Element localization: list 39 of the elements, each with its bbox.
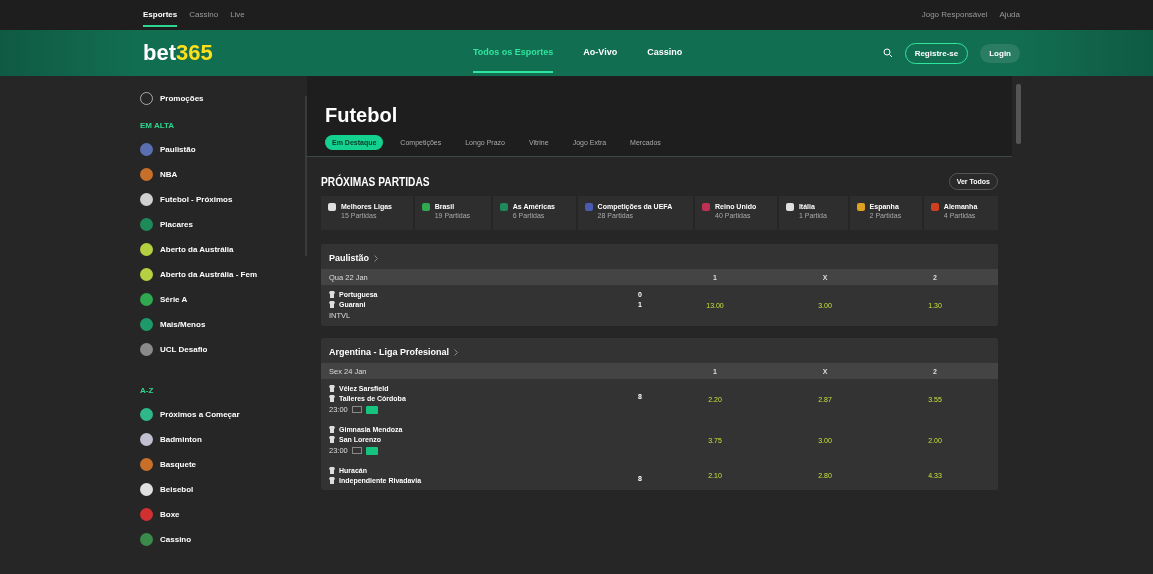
live-stream-icon[interactable] bbox=[365, 446, 378, 455]
sidebar-item[interactable]: Placares bbox=[140, 214, 295, 235]
top-link[interactable]: Ajuda bbox=[999, 3, 1020, 27]
top-link[interactable]: Esportes bbox=[143, 3, 178, 27]
sidebar-item[interactable]: Aberto da Austrália bbox=[140, 239, 295, 260]
top-link[interactable]: Cassino bbox=[189, 3, 219, 27]
competition-link[interactable]: Argentina - Liga Profesional bbox=[329, 347, 449, 357]
section-title: A-Z bbox=[140, 386, 155, 397]
stats-icon[interactable] bbox=[351, 447, 362, 454]
chevron-right-icon bbox=[374, 254, 378, 262]
sidebar-item[interactable]: Beisebol bbox=[140, 479, 295, 500]
sidebar-item[interactable]: Aberto da Austrália - Fem bbox=[140, 264, 295, 285]
section-title: EM ALTA bbox=[140, 121, 176, 132]
live-stream-icon[interactable] bbox=[365, 405, 378, 414]
sidebar-item[interactable]: Paulistão bbox=[140, 139, 295, 160]
sidebar-item[interactable]: Próximos a Começar bbox=[140, 404, 295, 425]
sidebar-item[interactable]: UCL Desafio bbox=[140, 339, 295, 360]
search-icon[interactable] bbox=[882, 48, 893, 58]
sidebar-item[interactable]: Futebol - Próximos bbox=[140, 189, 295, 210]
competition-link[interactable]: Paulistão bbox=[329, 253, 369, 263]
nav-link[interactable]: Cassino bbox=[647, 33, 683, 73]
sidebar-item[interactable]: NBA bbox=[140, 164, 295, 185]
sidebar-item[interactable]: Promoções bbox=[140, 88, 295, 109]
nav-link[interactable]: Todos os Esportes bbox=[473, 33, 554, 73]
stats-icon[interactable] bbox=[351, 406, 362, 413]
sidebar-item[interactable]: Basquete bbox=[140, 454, 295, 475]
sidebar-item[interactable]: Cassino bbox=[140, 529, 295, 550]
nav-link[interactable]: Ao-Vivo bbox=[583, 33, 618, 73]
top-link[interactable]: Jogo Responsável bbox=[921, 3, 988, 27]
sidebar-item[interactable]: Série A bbox=[140, 289, 295, 310]
top-link[interactable]: Live bbox=[230, 3, 245, 27]
sidebar-item[interactable]: Mais/Menos bbox=[140, 314, 295, 335]
sidebar-item[interactable]: Boxe bbox=[140, 504, 295, 525]
login-button[interactable]: Login bbox=[980, 43, 1020, 63]
chevron-right-icon bbox=[454, 348, 458, 356]
page-title: Futebol bbox=[325, 104, 399, 127]
section-title: PRÓXIMAS PARTIDAS bbox=[321, 174, 430, 189]
logo[interactable]: bet365 bbox=[143, 40, 473, 66]
sidebar-item[interactable]: Badminton bbox=[140, 429, 295, 450]
